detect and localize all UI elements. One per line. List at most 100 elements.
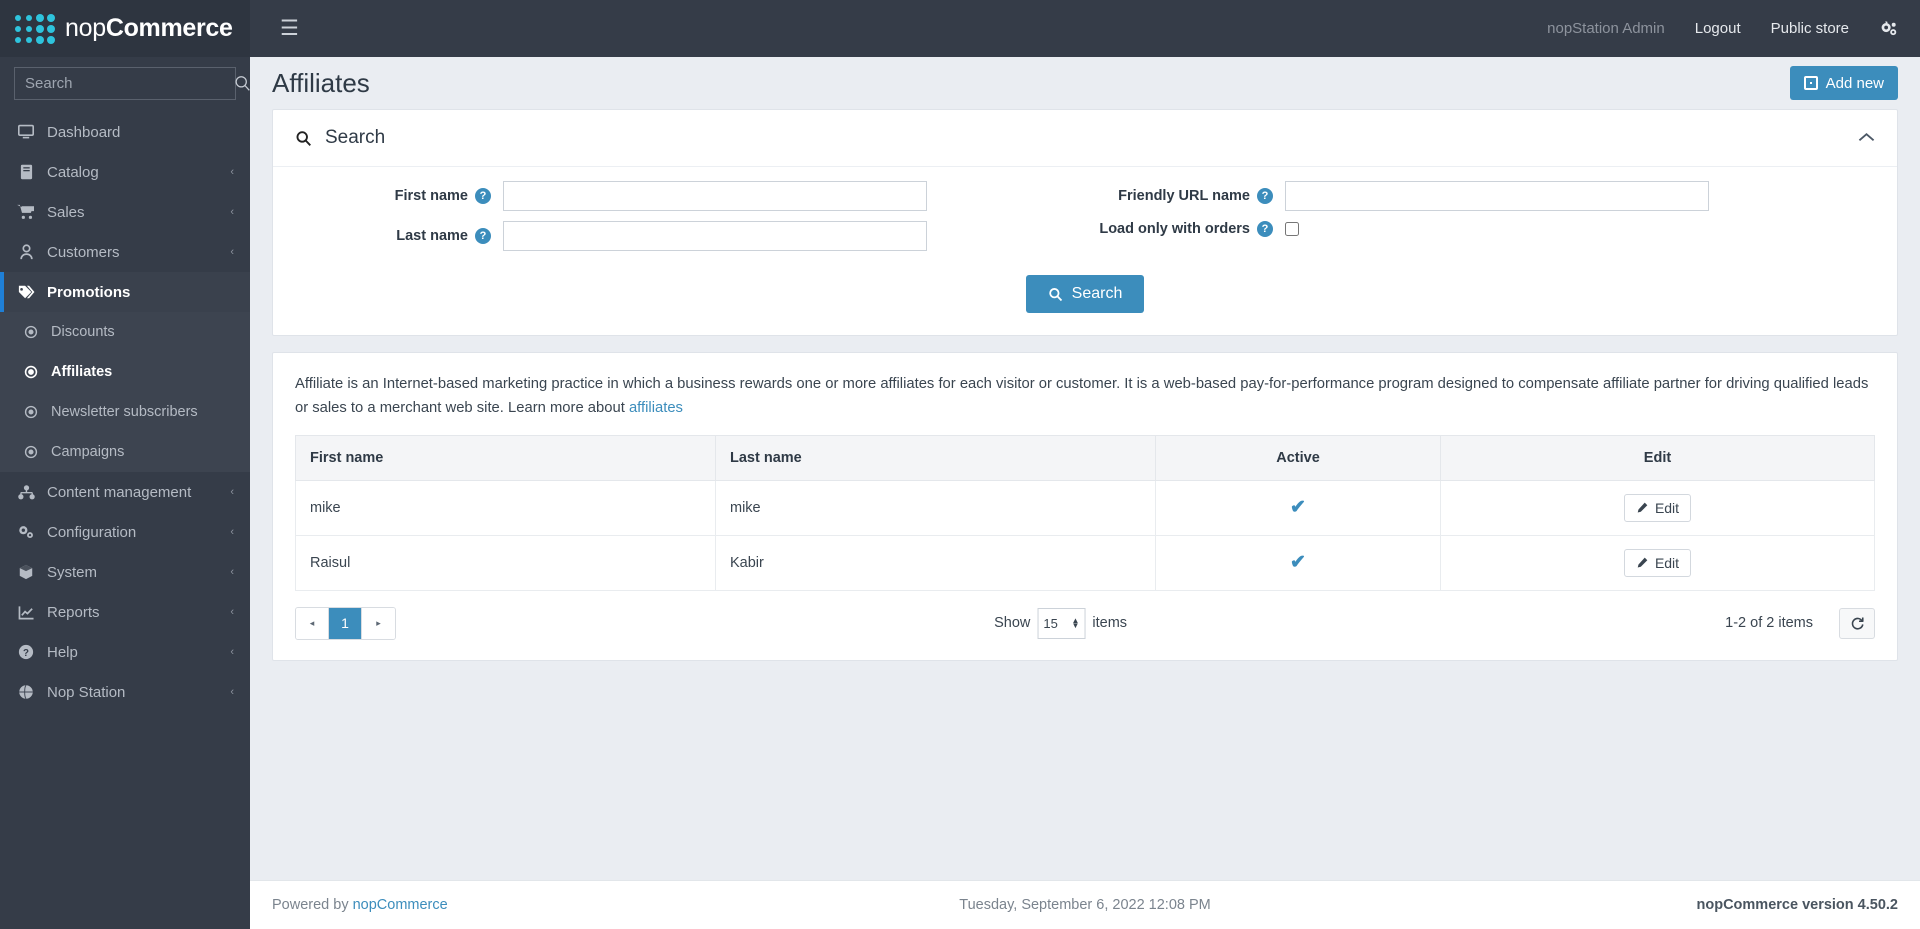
refresh-button[interactable] — [1839, 608, 1875, 639]
load-only-with-orders-checkbox[interactable] — [1285, 222, 1299, 236]
table-row: mike mike ✔ Edit — [296, 480, 1875, 535]
sidebar-item-system[interactable]: System ‹ — [0, 552, 250, 592]
sidebar-item-content-management[interactable]: Content management ‹ — [0, 472, 250, 512]
brand-logo[interactable]: nopCommerce — [0, 0, 250, 57]
brand-title: nopCommerce — [65, 14, 233, 43]
sidebar-label: Configuration — [47, 524, 219, 541]
sidebar-item-discounts[interactable]: Discounts — [0, 312, 250, 352]
refresh-icon — [1850, 616, 1865, 631]
cell-edit: Edit — [1441, 480, 1875, 535]
page-title: Affiliates — [272, 68, 370, 99]
affiliates-table-wrap: First name Last name Active Edit mike mi… — [273, 435, 1897, 591]
last-name-input[interactable] — [503, 221, 927, 251]
help-icon[interactable]: ? — [1257, 221, 1273, 237]
sidebar-label: Affiliates — [51, 364, 112, 380]
first-name-label-text: First name — [395, 188, 468, 204]
load-only-with-orders-label: Load only with orders ? — [1085, 221, 1285, 237]
sidebar-item-help[interactable]: ? Help ‹ — [0, 632, 250, 672]
hamburger-icon[interactable]: ☰ — [272, 14, 307, 43]
sidebar-item-newsletter-subscribers[interactable]: Newsletter subscribers — [0, 392, 250, 432]
chevron-left-icon: ‹ — [230, 206, 234, 218]
search-panel-header[interactable]: Search — [273, 110, 1897, 167]
globe-icon — [16, 684, 36, 700]
sidebar-item-campaigns[interactable]: Campaigns — [0, 432, 250, 472]
brand-name-light: nop — [65, 14, 106, 42]
search-button-label: Search — [1072, 285, 1123, 303]
last-name-label: Last name ? — [273, 228, 503, 244]
cell-edit: Edit — [1441, 535, 1875, 590]
affiliates-link[interactable]: affiliates — [629, 400, 683, 416]
edit-button-label: Edit — [1655, 500, 1679, 516]
sidebar-label: Help — [47, 644, 219, 661]
sidebar: nopCommerce Dashboard Catalog ‹ — [0, 0, 250, 929]
page-size-select[interactable]: 15 ▲ ▼ — [1037, 608, 1085, 639]
sidebar-search-wrap — [0, 57, 250, 108]
edit-button[interactable]: Edit — [1624, 494, 1691, 522]
edit-button[interactable]: Edit — [1624, 549, 1691, 577]
sidebar-item-affiliates[interactable]: Affiliates — [0, 352, 250, 392]
sidebar-item-customers[interactable]: Customers ‹ — [0, 232, 250, 272]
sidebar-label: Sales — [47, 204, 219, 221]
powered-by-text: Powered by — [272, 897, 353, 913]
sidebar-item-sales[interactable]: Sales ‹ — [0, 192, 250, 232]
svg-text:?: ? — [23, 648, 29, 659]
sidebar-item-catalog[interactable]: Catalog ‹ — [0, 152, 250, 192]
pagination: ◂ 1 ▸ — [295, 607, 396, 640]
sidebar-label: Discounts — [51, 324, 115, 340]
sidebar-item-nop-station[interactable]: Nop Station ‹ — [0, 672, 250, 712]
cogs-icon — [16, 524, 36, 540]
last-name-label-text: Last name — [396, 228, 468, 244]
sidebar-item-configuration[interactable]: Configuration ‹ — [0, 512, 250, 552]
search-button-row: Search — [273, 267, 1897, 335]
sidebar-label: Campaigns — [51, 444, 124, 460]
book-icon — [16, 164, 36, 180]
settings-gear-icon[interactable] — [1879, 20, 1898, 37]
table-head: First name Last name Active Edit — [296, 435, 1875, 480]
sidebar-label: Catalog — [47, 164, 219, 181]
friendly-url-row: Friendly URL name ? — [1085, 181, 1897, 211]
footer: Powered by nopCommerce Tuesday, Septembe… — [250, 880, 1920, 929]
add-new-button[interactable]: Add new — [1790, 66, 1898, 100]
caret-right-icon: ▸ — [376, 618, 381, 629]
sidebar-item-dashboard[interactable]: Dashboard — [0, 112, 250, 152]
pencil-icon — [1636, 502, 1648, 514]
chevron-up-icon[interactable] — [1858, 130, 1875, 147]
sidebar-label: Nop Station — [47, 684, 219, 701]
pagination-prev[interactable]: ◂ — [296, 608, 329, 639]
help-icon[interactable]: ? — [475, 228, 491, 244]
affiliate-description: Affiliate is an Internet-based marketing… — [273, 353, 1897, 435]
pagination-next[interactable]: ▸ — [362, 608, 395, 639]
chevron-left-icon: ‹ — [230, 566, 234, 578]
table-body: mike mike ✔ Edit Raisul Kabir ✔ Edit — [296, 480, 1875, 590]
search-button[interactable]: Search — [1026, 275, 1145, 313]
dot-circle-icon — [22, 325, 40, 339]
help-icon[interactable]: ? — [1257, 188, 1273, 204]
first-name-input[interactable] — [503, 181, 927, 211]
footer-version: nopCommerce version 4.50.2 — [1697, 897, 1898, 913]
affiliates-table: First name Last name Active Edit mike mi… — [295, 435, 1875, 591]
sidebar-search-box[interactable] — [14, 67, 236, 100]
sidebar-label: System — [47, 564, 219, 581]
column-header-active[interactable]: Active — [1156, 435, 1441, 480]
help-icon[interactable]: ? — [475, 188, 491, 204]
sidebar-label: Dashboard — [47, 124, 234, 141]
logout-link[interactable]: Logout — [1695, 20, 1741, 37]
top-bar: ☰ nopStation Admin Logout Public store — [250, 0, 1920, 57]
sidebar-item-reports[interactable]: Reports ‹ — [0, 592, 250, 632]
load-only-with-orders-row: Load only with orders ? — [1085, 221, 1897, 237]
public-store-link[interactable]: Public store — [1771, 20, 1849, 37]
sidebar-item-promotions[interactable]: Promotions ⱟ — [0, 272, 250, 312]
column-header-first-name[interactable]: First name — [296, 435, 716, 480]
search-input[interactable] — [15, 75, 234, 92]
nopcommerce-link[interactable]: nopCommerce — [353, 897, 448, 913]
page-size-control: Show 15 ▲ ▼ items — [994, 608, 1127, 639]
chevron-left-icon: ‹ — [230, 246, 234, 258]
column-header-last-name[interactable]: Last name — [716, 435, 1156, 480]
total-items-label: 1-2 of 2 items — [1725, 615, 1813, 631]
friendly-url-label-text: Friendly URL name — [1118, 188, 1250, 204]
items-label: items — [1092, 615, 1127, 631]
chevron-left-icon: ‹ — [230, 526, 234, 538]
stepper-icon: ▲ ▼ — [1071, 618, 1079, 628]
pagination-page-1[interactable]: 1 — [329, 608, 362, 639]
friendly-url-input[interactable] — [1285, 181, 1709, 211]
